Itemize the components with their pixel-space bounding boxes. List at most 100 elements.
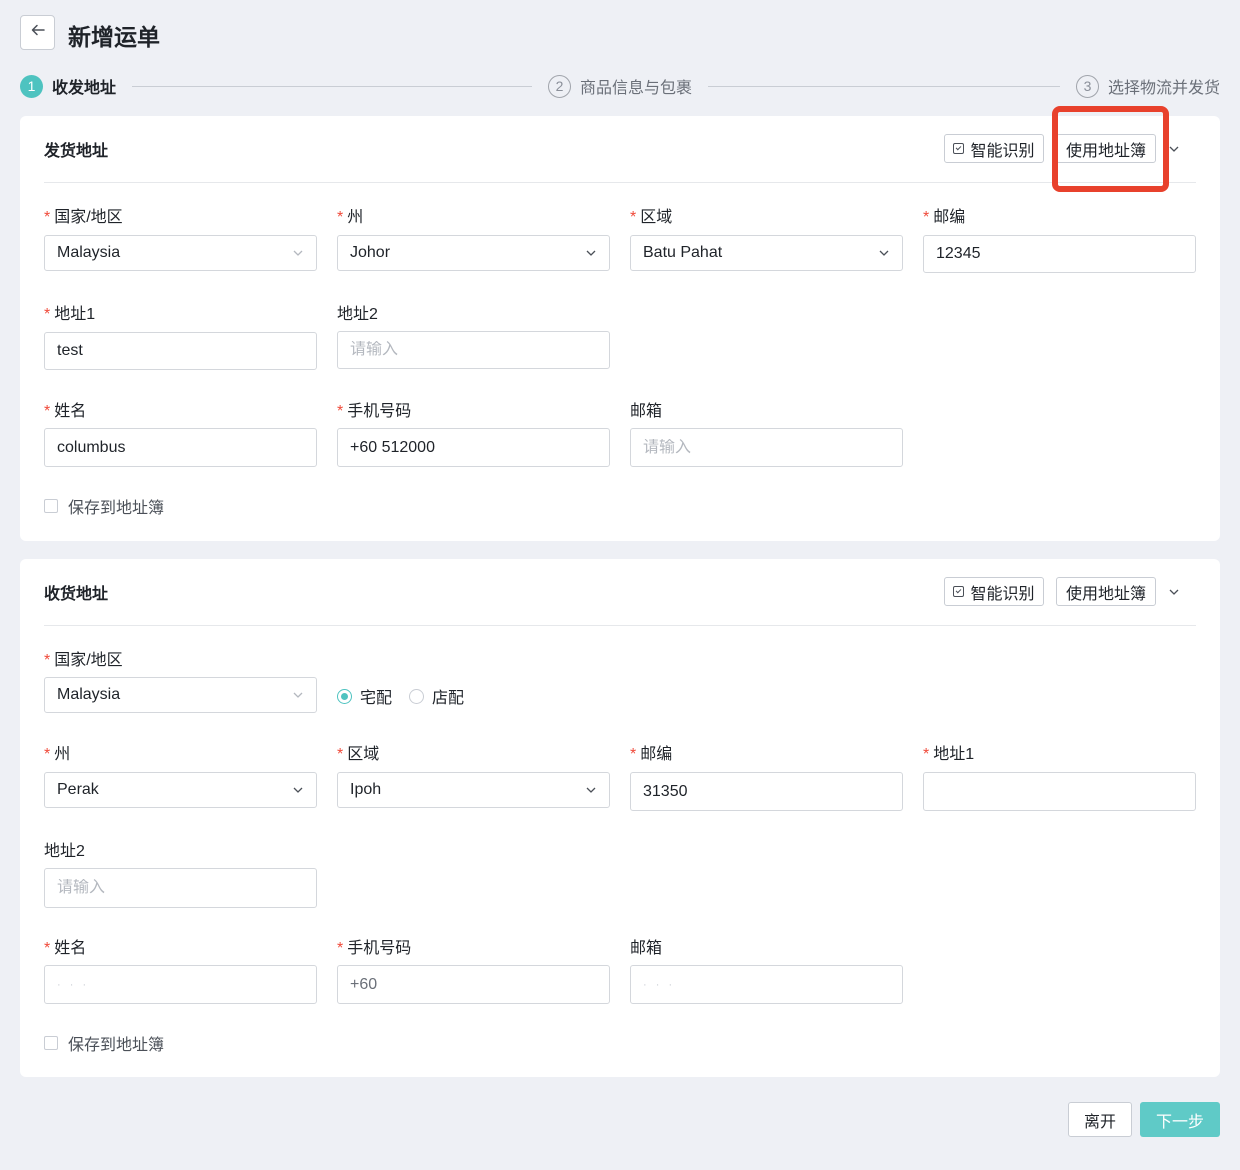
leave-button[interactable]: 离开 <box>1068 1102 1132 1137</box>
chevron-down-icon <box>585 784 597 796</box>
zip-input[interactable] <box>630 772 903 811</box>
address1-input-field[interactable] <box>936 782 1183 801</box>
arrow-left-icon <box>30 22 46 43</box>
address2-input-field[interactable] <box>57 879 304 897</box>
back-button[interactable] <box>20 15 55 50</box>
zip-input-field[interactable] <box>936 245 1183 263</box>
email-input[interactable]: · · · <box>630 965 903 1004</box>
step-3: 3 选择物流并发货 <box>1076 74 1220 98</box>
step-connector <box>708 86 1060 87</box>
phone-label: * 手机号码 <box>337 403 412 420</box>
step-1: 1 收发地址 <box>20 74 116 98</box>
address2-input[interactable] <box>44 868 317 908</box>
country-value: Malaysia <box>57 244 121 261</box>
radio-label: 店配 <box>432 690 465 707</box>
radio-checked[interactable] <box>337 688 352 704</box>
divider <box>44 625 1196 626</box>
address2-label: 地址2 <box>337 306 378 323</box>
page-title: 新增运单 <box>68 24 160 50</box>
email-input-field[interactable] <box>643 438 890 457</box>
step-number: 3 <box>1076 74 1099 98</box>
step-label: 商品信息与包裹 <box>580 80 693 97</box>
address2-label: 地址2 <box>44 843 85 860</box>
region-value: Batu Pahat <box>643 244 723 261</box>
region-label: * 区域 <box>337 746 380 763</box>
email-label: 邮箱 <box>630 403 663 420</box>
country-select[interactable]: Malaysia <box>44 235 317 271</box>
phone-label: * 手机号码 <box>337 940 412 957</box>
zip-input[interactable] <box>923 235 1196 273</box>
sender-card-title: 发货地址 <box>44 143 109 160</box>
checkbox-box[interactable] <box>44 1036 58 1050</box>
radio-label: 宅配 <box>360 690 393 707</box>
check-square-icon <box>953 586 965 597</box>
use-address-book-button[interactable]: 使用地址簿 <box>1056 134 1156 163</box>
next-step-button[interactable]: 下一步 <box>1140 1102 1220 1137</box>
state-value: Perak <box>57 781 99 798</box>
phone-input-field[interactable] <box>350 975 597 994</box>
address-book-label: 使用地址簿 <box>1065 585 1146 603</box>
address1-input[interactable] <box>44 332 317 370</box>
chevron-down-icon <box>292 247 304 259</box>
phone-input[interactable] <box>337 428 610 467</box>
email-input[interactable] <box>630 428 903 467</box>
region-label: * 区域 <box>630 209 673 226</box>
name-input[interactable] <box>44 428 317 467</box>
state-select[interactable]: Johor <box>337 235 610 271</box>
region-value: Ipoh <box>350 781 382 798</box>
divider <box>44 182 1196 183</box>
address2-input[interactable] <box>337 331 610 369</box>
save-to-address-book-checkbox[interactable]: 保存到地址簿 <box>44 494 164 518</box>
name-label: * 姓名 <box>44 940 87 957</box>
radio-unchecked[interactable] <box>409 688 424 704</box>
smart-recognize-button[interactable]: 智能识别 <box>944 577 1044 606</box>
country-label: * 国家/地区 <box>44 209 123 226</box>
region-select[interactable]: Ipoh <box>337 772 610 808</box>
step-label: 收发地址 <box>52 80 117 97</box>
use-address-book-button[interactable]: 使用地址簿 <box>1056 577 1156 606</box>
address1-input-field[interactable] <box>57 342 304 360</box>
state-value: Johor <box>350 244 391 261</box>
state-label: * 州 <box>337 209 364 226</box>
country-value: Malaysia <box>57 686 121 703</box>
smart-recognize-label: 智能识别 <box>970 585 1035 603</box>
chevron-down-icon <box>878 247 890 259</box>
name-input[interactable]: · · · <box>44 965 317 1004</box>
sender-address-card: 发货地址 智能识别 使用地址簿 * 国家/地区 Malaysia * 州 Johor… <box>20 116 1220 541</box>
chevron-down-icon <box>585 247 597 259</box>
smart-recognize-button[interactable]: 智能识别 <box>944 134 1044 163</box>
step-progress: 1 收发地址 2 商品信息与包裹 3 选择物流并发货 <box>20 74 1220 100</box>
email-label: 邮箱 <box>630 940 663 957</box>
collapse-chevron-icon[interactable] <box>1164 582 1184 602</box>
redacted-text: · · · <box>643 978 676 991</box>
address1-label: * 地址1 <box>923 746 975 763</box>
address1-label: * 地址1 <box>44 306 96 323</box>
step-connector <box>132 86 532 87</box>
save-to-address-book-checkbox[interactable]: 保存到地址簿 <box>44 1031 164 1055</box>
zip-input-field[interactable] <box>643 782 890 801</box>
chevron-down-icon <box>292 689 304 701</box>
receiver-card-title: 收货地址 <box>44 586 109 603</box>
address-book-label: 使用地址簿 <box>1065 142 1146 160</box>
address2-input-field[interactable] <box>350 341 597 359</box>
step-number: 1 <box>20 74 43 98</box>
country-select[interactable]: Malaysia <box>44 677 317 713</box>
address1-input[interactable] <box>923 772 1196 811</box>
name-input-field[interactable] <box>57 438 304 457</box>
delivery-store-radio[interactable]: 店配 <box>409 684 464 708</box>
delivery-home-radio[interactable]: 宅配 <box>337 684 392 708</box>
country-label: * 国家/地区 <box>44 652 123 669</box>
zip-label: * 邮编 <box>630 746 673 763</box>
collapse-chevron-icon[interactable] <box>1164 139 1184 159</box>
checkbox-box[interactable] <box>44 499 58 513</box>
checkbox-label: 保存到地址簿 <box>68 1037 165 1054</box>
receiver-address-card: 收货地址 智能识别 使用地址簿 * 国家/地区 Malaysia 宅配 店配 * 州… <box>20 559 1220 1077</box>
check-square-icon <box>953 143 965 154</box>
chevron-down-icon <box>292 784 304 796</box>
region-select[interactable]: Batu Pahat <box>630 235 903 271</box>
phone-input[interactable] <box>337 965 610 1004</box>
phone-input-field[interactable] <box>350 438 597 457</box>
step-2: 2 商品信息与包裹 <box>548 74 692 98</box>
state-select[interactable]: Perak <box>44 772 317 808</box>
smart-recognize-label: 智能识别 <box>970 142 1035 160</box>
